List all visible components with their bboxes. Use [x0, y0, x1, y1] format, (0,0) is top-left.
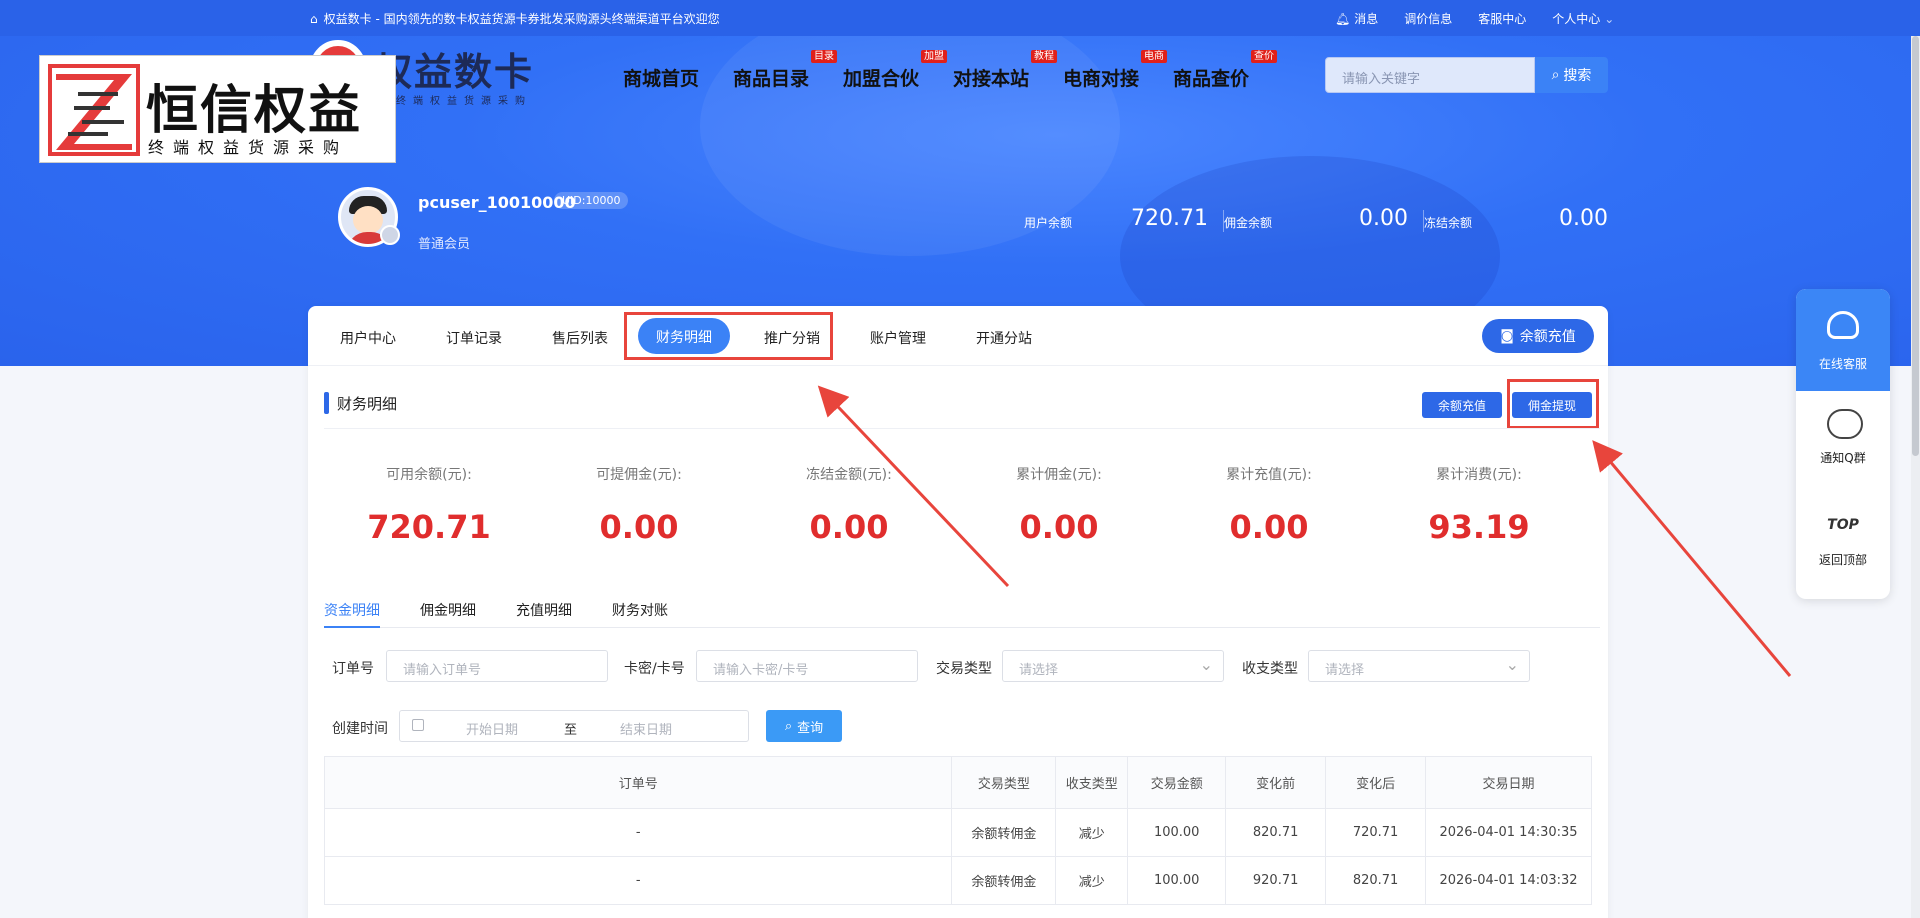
online-service-button[interactable]: 在线客服 — [1796, 289, 1890, 391]
date-range-picker[interactable]: 开始日期 至 结束日期 — [399, 710, 749, 742]
chevron-down-icon: ⌄ — [1505, 655, 1519, 674]
recharge-pill-button[interactable]: ◙ 余额充值 — [1482, 319, 1594, 353]
tab-reconciliation[interactable]: 财务对账 — [612, 600, 668, 620]
stat-available-balance: 可用余额(元): 720.71 — [367, 467, 491, 546]
highlight-box — [1507, 379, 1599, 429]
scrollbar[interactable] — [1911, 36, 1920, 918]
chevron-down-icon: ⌄ — [1199, 655, 1213, 674]
brand-sub: 终端权益货源采购 — [396, 96, 532, 107]
user-profile: pcuser_10010000 UID:10000 普通会员 — [338, 187, 629, 252]
trade-type-select[interactable]: 请选择 ⌄ — [1002, 650, 1224, 682]
tab-orders[interactable]: 订单记录 — [446, 328, 502, 348]
wallet-icon: ◙ — [1500, 328, 1514, 344]
order-label: 订单号 — [332, 661, 374, 677]
finance-table: 订单号 交易类型 收支类型 交易金额 变化前 变化后 交易日期 - 余额转佣金 减少… — [323, 756, 1592, 905]
highlight-box — [624, 312, 833, 360]
messages-link[interactable]: 🔔︎ 消息 — [1335, 10, 1378, 27]
end-date-input[interactable]: 结束日期 — [620, 719, 672, 738]
date-label: 创建时间 — [332, 721, 388, 737]
tab-fund-details[interactable]: 资金明细 — [324, 600, 380, 620]
stat-frozen: 冻结金额(元): 0.00 — [806, 467, 892, 546]
frozen-balance: 冻结余额 0.00 — [1424, 206, 1608, 231]
home-icon[interactable]: ⌂ — [310, 12, 318, 26]
nav-price-check[interactable]: 商品查价 查价 — [1173, 50, 1283, 91]
commission-balance: 佣金余额 0.00 — [1224, 206, 1424, 236]
tab-after-sales[interactable]: 售后列表 — [552, 328, 608, 348]
nav-badge: 教程 — [1031, 50, 1057, 63]
price-adjust-link[interactable]: 调价信息 — [1404, 10, 1452, 27]
search-button[interactable]: ⌕ 搜索 — [1535, 57, 1608, 93]
stat-total-recharge: 累计充值(元): 0.00 — [1226, 467, 1312, 546]
account-subnav: 用户中心 订单记录 售后列表 财务明细 推广分销 账户管理 开通分站 ◙ 余额充… — [308, 306, 1608, 366]
tab-account[interactable]: 账户管理 — [870, 328, 926, 348]
search-bar: 请输入关键字 ⌕ 搜索 — [1325, 57, 1608, 93]
qq-group-button[interactable]: 通知Q群 — [1796, 391, 1890, 495]
active-tab-indicator — [324, 626, 380, 628]
table-row: - 余额转佣金 减少 100.00 920.71 820.71 2026-04-01 14:… — [323, 856, 1592, 905]
stat-total-commission: 累计佣金(元): 0.00 — [1016, 467, 1102, 546]
balance-summary: 用户余额 720.71 佣金余额 0.00 冻结余额 0.00 — [1024, 206, 1624, 236]
username: pcuser_10010000 — [418, 193, 576, 212]
calendar-icon — [412, 719, 424, 731]
card-label: 卡密/卡号 — [624, 661, 685, 677]
headset-icon — [1827, 311, 1859, 339]
table-header-row: 订单号 交易类型 收支类型 交易金额 变化前 变化后 交易日期 — [323, 756, 1592, 809]
uid-badge: UID:10000 — [554, 192, 629, 209]
top-icon: TOP — [1827, 517, 1859, 533]
watermark-logo: 恒信权益 终端权益货源采购 — [39, 55, 396, 163]
site-welcome-text: 权益数卡 - 国内领先的数卡权益货源卡券批发采购源头终端渠道平台欢迎您 — [323, 12, 720, 26]
section-title: 财务明细 — [324, 392, 397, 414]
tab-recharge-details[interactable]: 充值明细 — [516, 600, 572, 620]
search-icon: ⌕ — [1551, 67, 1560, 83]
chevron-down-icon: ⌄ — [1604, 11, 1615, 26]
io-type-select[interactable]: 请选择 ⌄ — [1308, 650, 1530, 682]
bell-icon: 🔔︎ — [1335, 11, 1351, 26]
scrollbar-thumb[interactable] — [1912, 36, 1919, 456]
nav-join[interactable]: 加盟合伙 加盟 — [843, 50, 953, 91]
divider — [324, 428, 1600, 429]
stat-withdrawable: 可提佣金(元): 0.00 — [596, 467, 682, 546]
back-to-top-button[interactable]: TOP 返回顶部 — [1796, 495, 1890, 599]
finance-stats: 可用余额(元): 720.71 可提佣金(元): 0.00 冻结金额(元): 0.00… — [324, 464, 1584, 546]
top-strip: ⌂ 权益数卡 - 国内领先的数卡权益货源卡券批发采购源头终端渠道平台欢迎您 🔔︎… — [0, 0, 1920, 36]
floating-toolbar: 在线客服 通知Q群 TOP 返回顶部 — [1796, 289, 1890, 599]
card-input[interactable]: 请输入卡密/卡号 — [696, 650, 918, 682]
stat-total-spend: 累计消费(元): 93.19 — [1428, 467, 1530, 546]
search-input[interactable]: 请输入关键字 — [1325, 57, 1535, 93]
chat-icon — [1827, 409, 1863, 439]
query-button[interactable]: ⌕ 查询 — [766, 710, 842, 742]
verified-badge-icon — [380, 225, 400, 245]
trade-type-label: 交易类型 — [936, 661, 992, 677]
recharge-button[interactable]: 余额充值 — [1422, 392, 1502, 418]
service-center-link[interactable]: 客服中心 — [1478, 10, 1526, 27]
start-date-input[interactable]: 开始日期 — [466, 719, 518, 738]
nav-home[interactable]: 商城首页 — [623, 64, 733, 91]
nav-catalog[interactable]: 商品目录 目录 — [733, 50, 843, 91]
nav-api[interactable]: 对接本站 教程 — [953, 50, 1063, 91]
nav-badge: 目录 — [811, 50, 837, 63]
nav-badge: 加盟 — [921, 50, 947, 63]
detail-tabs: 资金明细 佣金明细 充值明细 财务对账 — [324, 592, 1600, 628]
tab-substation[interactable]: 开通分站 — [976, 328, 1032, 348]
nav-badge: 查价 — [1251, 50, 1277, 63]
io-type-label: 收支类型 — [1242, 661, 1298, 677]
search-icon: ⌕ — [784, 718, 793, 734]
z-logo-icon — [48, 64, 140, 156]
member-level: 普通会员 — [418, 237, 471, 252]
nav-badge: 电商 — [1141, 50, 1167, 63]
nav-ecommerce[interactable]: 电商对接 电商 — [1063, 50, 1173, 91]
order-input[interactable]: 请输入订单号 — [386, 650, 608, 682]
main-nav: 商城首页 商品目录 目录 加盟合伙 加盟 对接本站 教程 电商对接 电商 商品查价 查价 — [623, 50, 1283, 91]
tab-commission-details[interactable]: 佣金明细 — [420, 600, 476, 620]
main-card: 用户中心 订单记录 售后列表 财务明细 推广分销 账户管理 开通分站 ◙ 余额充… — [308, 306, 1608, 918]
tab-user-center[interactable]: 用户中心 — [340, 328, 396, 348]
table-row: - 余额转佣金 减少 100.00 820.71 720.71 2026-04-01 14:… — [323, 808, 1592, 857]
user-balance: 用户余额 720.71 — [1024, 206, 1224, 236]
brand-name: 权益数卡 — [374, 49, 535, 94]
arrow-to-withdraw-button — [1592, 440, 1792, 677]
personal-center-link[interactable]: 个人中心 ⌄ — [1552, 10, 1614, 27]
title-accent-bar — [324, 392, 329, 414]
